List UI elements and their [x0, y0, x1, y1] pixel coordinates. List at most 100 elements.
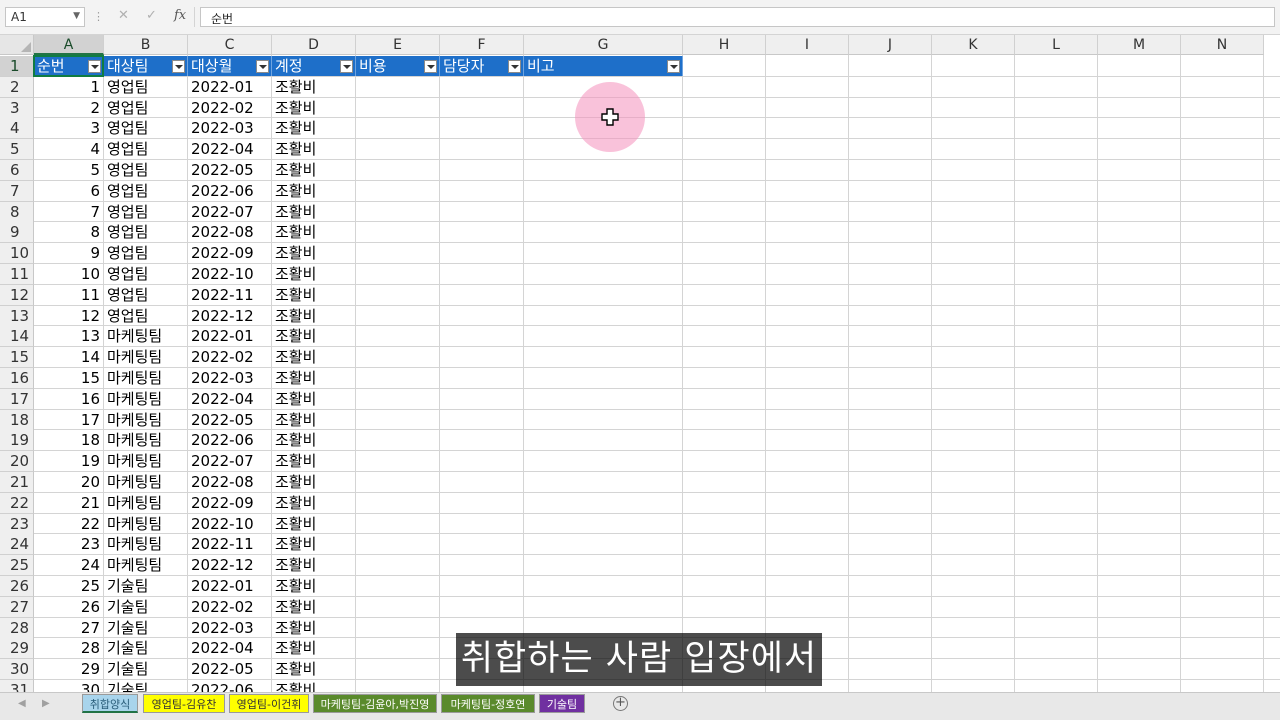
insert-function-icon[interactable]: fx [174, 8, 186, 23]
table-cell[interactable]: 조활비 [272, 576, 356, 597]
table-cell[interactable]: 2022-06 [188, 430, 272, 451]
row-header-24[interactable]: 24 [0, 534, 34, 555]
column-header-k[interactable]: K [932, 35, 1015, 55]
table-cell[interactable]: 영업팀 [104, 202, 188, 223]
row-header-2[interactable]: 2 [0, 77, 34, 98]
table-cell[interactable]: 조활비 [272, 243, 356, 264]
table-cell[interactable]: 1 [34, 77, 104, 98]
table-cell[interactable]: 조활비 [272, 472, 356, 493]
table-cell[interactable]: 조활비 [272, 139, 356, 160]
table-cell[interactable]: 8 [34, 222, 104, 243]
table-cell[interactable]: 15 [34, 368, 104, 389]
table-cell[interactable]: 2022-08 [188, 472, 272, 493]
row-header-20[interactable]: 20 [0, 451, 34, 472]
column-header-n[interactable]: N [1181, 35, 1264, 55]
table-cell[interactable]: 5 [34, 160, 104, 181]
column-header-a[interactable]: A [34, 35, 104, 55]
table-cell[interactable]: 10 [34, 264, 104, 285]
table-cell[interactable]: 22 [34, 514, 104, 535]
row-header-13[interactable]: 13 [0, 306, 34, 327]
table-cell[interactable]: 마케팅팀 [104, 347, 188, 368]
table-cell[interactable]: 2022-10 [188, 514, 272, 535]
table-cell[interactable]: 조활비 [272, 306, 356, 327]
table-cell[interactable]: 29 [34, 659, 104, 680]
table-cell[interactable]: 2022-03 [188, 368, 272, 389]
table-cell[interactable]: 6 [34, 181, 104, 202]
column-header-g[interactable]: G [524, 35, 683, 55]
table-cell[interactable]: 조활비 [272, 659, 356, 680]
table-cell[interactable]: 18 [34, 430, 104, 451]
table-cell[interactable]: 2022-06 [188, 181, 272, 202]
row-header-29[interactable]: 29 [0, 638, 34, 659]
row-header-5[interactable]: 5 [0, 139, 34, 160]
table-cell[interactable]: 조활비 [272, 181, 356, 202]
table-cell[interactable]: 조활비 [272, 555, 356, 576]
column-header-e[interactable]: E [356, 35, 440, 55]
table-cell[interactable]: 7 [34, 202, 104, 223]
table-header-cell[interactable]: 대상월 [188, 56, 272, 76]
column-header-b[interactable]: B [104, 35, 188, 55]
table-cell[interactable]: 기술팀 [104, 680, 188, 692]
table-cell[interactable]: 조활비 [272, 264, 356, 285]
table-cell[interactable]: 2022-04 [188, 139, 272, 160]
filter-dropdown-icon[interactable] [424, 60, 437, 73]
table-cell[interactable]: 2022-02 [188, 597, 272, 618]
row-header-18[interactable]: 18 [0, 410, 34, 431]
row-header-11[interactable]: 11 [0, 264, 34, 285]
table-cell[interactable]: 조활비 [272, 326, 356, 347]
table-header-cell[interactable]: 대상팀 [104, 56, 188, 76]
table-cell[interactable]: 영업팀 [104, 306, 188, 327]
table-cell[interactable]: 2022-04 [188, 638, 272, 659]
table-header-cell[interactable]: 비용 [356, 56, 440, 76]
table-cell[interactable]: 27 [34, 618, 104, 639]
table-cell[interactable]: 17 [34, 410, 104, 431]
table-cell[interactable]: 조활비 [272, 389, 356, 410]
row-header-31[interactable]: 31 [0, 680, 34, 692]
table-cell[interactable]: 24 [34, 555, 104, 576]
table-cell[interactable]: 조활비 [272, 160, 356, 181]
table-cell[interactable]: 2022-09 [188, 243, 272, 264]
sheet-tab[interactable]: 마케팅팀-정호연 [441, 694, 535, 713]
column-header-d[interactable]: D [272, 35, 356, 55]
table-cell[interactable]: 조활비 [272, 285, 356, 306]
table-cell[interactable]: 20 [34, 472, 104, 493]
table-cell[interactable]: 마케팅팀 [104, 514, 188, 535]
table-cell[interactable]: 마케팅팀 [104, 472, 188, 493]
table-cell[interactable]: 영업팀 [104, 139, 188, 160]
table-cell[interactable]: 19 [34, 451, 104, 472]
table-cell[interactable]: 기술팀 [104, 659, 188, 680]
row-header-26[interactable]: 26 [0, 576, 34, 597]
table-cell[interactable]: 2022-03 [188, 118, 272, 139]
table-cell[interactable]: 조활비 [272, 493, 356, 514]
add-sheet-icon[interactable]: + [613, 696, 628, 711]
table-cell[interactable]: 2022-07 [188, 202, 272, 223]
table-cell[interactable]: 11 [34, 285, 104, 306]
table-cell[interactable]: 4 [34, 139, 104, 160]
table-cell[interactable]: 마케팅팀 [104, 451, 188, 472]
table-cell[interactable]: 16 [34, 389, 104, 410]
sheet-tab[interactable]: 취합양식 [82, 694, 138, 713]
column-header-m[interactable]: M [1098, 35, 1181, 55]
table-cell[interactable]: 영업팀 [104, 77, 188, 98]
table-cell[interactable]: 2022-02 [188, 347, 272, 368]
row-header-21[interactable]: 21 [0, 472, 34, 493]
row-header-28[interactable]: 28 [0, 618, 34, 639]
table-cell[interactable]: 2 [34, 98, 104, 119]
row-header-23[interactable]: 23 [0, 514, 34, 535]
filter-dropdown-icon[interactable] [256, 60, 269, 73]
column-header-l[interactable]: L [1015, 35, 1098, 55]
row-header-12[interactable]: 12 [0, 285, 34, 306]
filter-dropdown-icon[interactable] [508, 60, 521, 73]
row-header-15[interactable]: 15 [0, 347, 34, 368]
filter-dropdown-icon[interactable] [667, 60, 680, 73]
table-cell[interactable]: 2022-11 [188, 534, 272, 555]
table-cell[interactable]: 조활비 [272, 202, 356, 223]
table-cell[interactable]: 조활비 [272, 534, 356, 555]
table-cell[interactable]: 조활비 [272, 347, 356, 368]
table-cell[interactable]: 2022-11 [188, 285, 272, 306]
table-cell[interactable]: 기술팀 [104, 597, 188, 618]
table-cell[interactable]: 마케팅팀 [104, 430, 188, 451]
drag-handle-icon[interactable]: ⋮ [93, 10, 104, 23]
row-header-10[interactable]: 10 [0, 243, 34, 264]
table-cell[interactable]: 2022-02 [188, 98, 272, 119]
